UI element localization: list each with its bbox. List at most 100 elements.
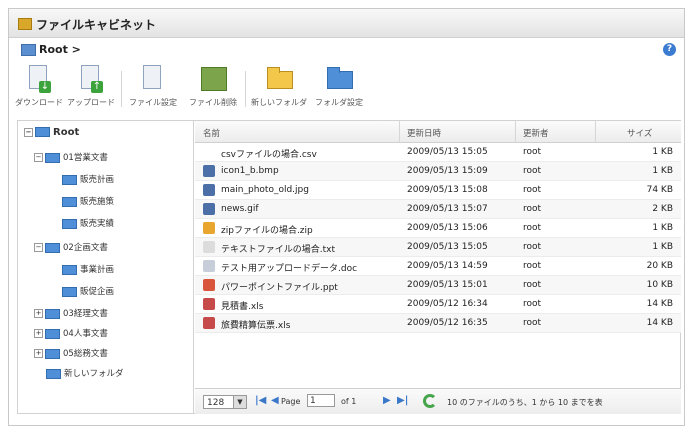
table-row[interactable]: news.gif 2009/05/13 15:07 root 2 KB [195,200,681,219]
file-name[interactable]: zipファイルの場合.zip [221,223,313,236]
file-name[interactable]: 見積書.xls [221,299,263,312]
refresh-icon[interactable] [423,394,437,408]
file-grid: 名前 更新日時 更新者 サイズ csvファイルの場合.csv 2009/05/13… [195,121,681,413]
file-updater: root [523,261,542,271]
file-size: 20 KB [646,261,673,271]
prev-page-icon[interactable]: ◀ [271,395,279,406]
tree-node[interactable]: +03経理文書 [34,307,108,319]
file-settings-button[interactable]: ファイル設定 [125,65,181,108]
tree-node[interactable]: 事業計画 [62,263,114,275]
toolbar: ↓ ダウンロード ↑ アップロード ファイル設定 ファイル削除 新しいフォルダ … [9,61,684,115]
page-size-value: 128 [207,398,225,408]
tree-label: 販促企画 [80,287,115,297]
download-label: ダウンロード [15,98,63,107]
column-header-updated[interactable]: 更新日時 [407,127,441,139]
folder-icon [62,174,77,185]
table-row[interactable]: テスト用アップロードデータ.doc 2009/05/13 14:59 root 20 … [195,257,681,276]
folder-tree: − Root − 01営業文書 販売計画 販売施策 販売実績 − 02企画文書 事業計… [18,121,194,413]
trash-icon [201,67,227,91]
table-row[interactable]: テキストファイルの場合.txt 2009/05/13 15:05 root 1 KB [195,238,681,257]
column-header-name[interactable]: 名前 [203,127,220,139]
file-updater: root [523,280,542,290]
tree-label: 販売実績 [80,219,115,229]
tree-node[interactable]: +05総務文書 [34,347,108,359]
tree-node[interactable]: 販売実績 [62,217,114,229]
chevron-down-icon: ▼ [233,396,246,408]
help-icon[interactable]: ? [663,43,676,56]
folder-icon [46,368,61,379]
tree-label: 01営業文書 [63,153,108,163]
xls-icon [203,317,215,329]
file-size: 1 KB [652,166,673,176]
tree-node[interactable]: 販売施策 [62,195,114,207]
table-row[interactable]: csvファイルの場合.csv 2009/05/13 15:05 root 1 KB [195,143,681,162]
column-header-size[interactable]: サイズ [627,127,652,139]
expand-icon[interactable]: + [34,309,43,318]
tree-node[interactable]: 新しいフォルダ [46,367,124,379]
folder-icon [62,196,77,207]
tree-node-root[interactable]: − Root [24,127,79,138]
file-name[interactable]: news.gif [221,204,259,214]
file-updater: root [523,166,542,176]
tree-node[interactable]: − 01営業文書 [34,151,108,163]
file-name[interactable]: 旅費精算伝票.xls [221,318,290,331]
column-header-updater[interactable]: 更新者 [523,127,549,139]
folder-icon [21,44,36,56]
file-size: 74 KB [646,185,673,195]
page-size-select[interactable]: 128 ▼ [203,395,247,409]
page-label: Page [281,397,301,406]
file-name[interactable]: テキストファイルの場合.txt [221,242,335,255]
file-name[interactable]: icon1_b.bmp [221,166,279,176]
tree-node[interactable]: − 02企画文書 [34,241,108,253]
table-row[interactable]: icon1_b.bmp 2009/05/13 15:09 root 1 KB [195,162,681,181]
table-row[interactable]: zipファイルの場合.zip 2009/05/13 15:06 root 1 KB [195,219,681,238]
expand-icon[interactable]: + [34,329,43,338]
pager-summary: 10 のファイルのうち、1 から 10 までを表 [447,398,603,407]
new-folder-button[interactable]: 新しいフォルダ [249,65,309,108]
tree-node[interactable]: +04人事文書 [34,327,108,339]
collapse-icon[interactable]: − [24,127,33,137]
column-divider[interactable] [515,121,516,143]
file-updated: 2009/05/13 15:01 [407,280,488,290]
page-input[interactable]: 1 [307,394,335,407]
folder-settings-icon [327,67,353,89]
file-name[interactable]: main_photo_old.jpg [221,185,309,195]
tree-label: 03経理文書 [63,309,108,319]
tree-label: 04人事文書 [63,329,108,339]
file-name[interactable]: パワーポイントファイル.ppt [221,280,338,293]
file-name[interactable]: テスト用アップロードデータ.doc [221,261,357,274]
first-page-icon[interactable]: |◀ [255,395,266,406]
column-divider[interactable] [399,121,400,143]
tree-node[interactable]: 販促企画 [62,285,114,297]
file-updated: 2009/05/13 15:05 [407,242,488,252]
file-settings-label: ファイル設定 [129,98,177,107]
tree-label: 販売施策 [80,197,115,207]
file-updated: 2009/05/13 15:08 [407,185,488,195]
column-divider[interactable] [595,121,596,143]
file-size: 14 KB [646,318,673,328]
file-size: 1 KB [652,223,673,233]
table-row[interactable]: main_photo_old.jpg 2009/05/13 15:08 root 74… [195,181,681,200]
expand-icon[interactable]: + [34,349,43,358]
file-delete-button[interactable]: ファイル削除 [185,65,241,108]
table-row[interactable]: パワーポイントファイル.ppt 2009/05/13 15:01 root 10 KB [195,276,681,295]
collapse-icon[interactable]: − [34,243,43,252]
breadcrumb-root[interactable]: Root > [39,43,81,56]
text-icon [203,241,215,253]
file-name[interactable]: csvファイルの場合.csv [221,147,317,160]
table-row[interactable]: 旅費精算伝票.xls 2009/05/12 16:35 root 14 KB [195,314,681,333]
main-panel: − Root − 01営業文書 販売計画 販売施策 販売実績 − 02企画文書 事業計… [17,120,681,414]
collapse-icon[interactable]: − [34,153,43,162]
file-updater: root [523,223,542,233]
folder-settings-button[interactable]: フォルダ設定 [311,65,367,108]
last-page-icon[interactable]: ▶| [397,395,408,406]
file-updated: 2009/05/13 15:05 [407,147,488,157]
tree-node[interactable]: 販売計画 [62,173,114,185]
window-titlebar: ファイルキャビネット [9,9,684,38]
tree-label: 新しいフォルダ [64,369,124,379]
download-button[interactable]: ↓ ダウンロード [15,65,63,108]
pager: 128 ▼ |◀ ◀ Page 1 of 1 ▶ ▶| 10 のファイルのうち、1… [195,388,681,414]
next-page-icon[interactable]: ▶ [383,395,391,406]
upload-button[interactable]: ↑ アップロード [67,65,115,108]
table-row[interactable]: 見積書.xls 2009/05/12 16:34 root 14 KB [195,295,681,314]
